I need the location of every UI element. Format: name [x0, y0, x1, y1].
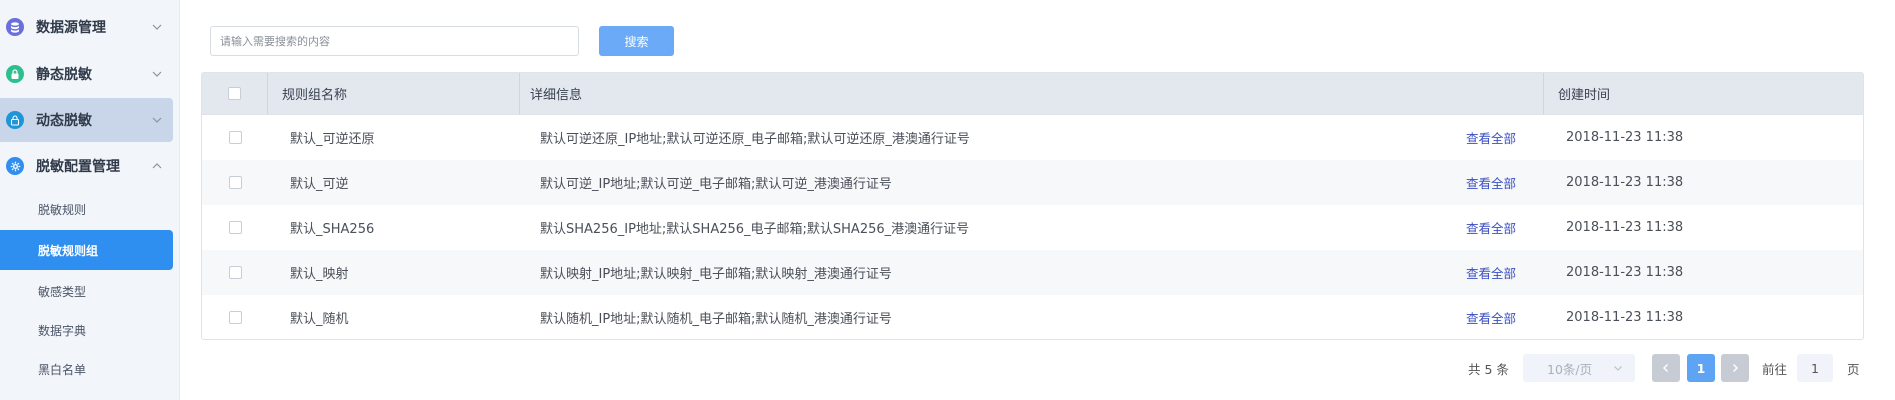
rule-group-name: 默认_映射 — [290, 267, 349, 282]
created-time: 2018-11-23 11:38 — [1566, 310, 1684, 325]
lock-icon — [6, 65, 24, 83]
submenu-black-white-list[interactable]: 黑白名单 — [0, 351, 173, 387]
rule-group-name: 默认_可逆 — [290, 177, 349, 192]
goto-page-input[interactable]: 1 — [1797, 354, 1833, 382]
rule-group-detail: 默认可逆_IP地址;默认可逆_电子邮箱;默认可逆_港澳通行证号 — [540, 177, 892, 192]
submenu-sensitive-types[interactable]: 敏感类型 — [0, 273, 173, 309]
created-time: 2018-11-23 11:38 — [1566, 220, 1684, 235]
view-all-link[interactable]: 查看全部 — [1466, 218, 1516, 237]
chevron-left-icon — [1663, 364, 1668, 372]
select-all-checkbox[interactable] — [228, 87, 241, 100]
created-time: 2018-11-23 11:38 — [1566, 175, 1684, 190]
goto-label: 前往 — [1762, 362, 1788, 377]
detail-cell: 默认随机_IP地址;默认随机_电子邮箱;默认随机_港澳通行证号 查看全部 — [520, 295, 1544, 339]
page-size-select[interactable]: 10条/页 — [1523, 354, 1635, 382]
rule-group-detail: 默认SHA256_IP地址;默认SHA256_电子邮箱;默认SHA256_港澳通… — [540, 222, 970, 237]
rule-group-name: 默认_随机 — [290, 312, 349, 327]
view-all-link[interactable]: 查看全部 — [1466, 173, 1516, 192]
rule-group-detail: 默认随机_IP地址;默认随机_电子邮箱;默认随机_港澳通行证号 — [540, 312, 892, 327]
created-time: 2018-11-23 11:38 — [1566, 130, 1684, 145]
menu-label: 数据源管理 — [36, 20, 106, 36]
current-page-button[interactable]: 1 — [1687, 354, 1715, 382]
table-row: 默认_可逆 默认可逆_IP地址;默认可逆_电子邮箱;默认可逆_港澳通行证号 查看… — [202, 160, 1863, 205]
table-header: 规则组名称 详细信息 创建时间 — [202, 73, 1863, 115]
row-checkbox[interactable] — [228, 311, 242, 324]
view-all-link[interactable]: 查看全部 — [1466, 308, 1516, 327]
detail-cell: 默认可逆还原_IP地址;默认可逆还原_电子邮箱;默认可逆还原_港澳通行证号 查看… — [520, 115, 1544, 160]
row-checkbox-cell — [202, 295, 268, 339]
row-checkbox[interactable] — [228, 176, 242, 189]
search-button[interactable]: 搜索 — [599, 26, 674, 56]
database-icon — [6, 18, 24, 36]
row-checkbox-cell — [202, 205, 268, 250]
prev-page-button[interactable] — [1652, 354, 1680, 382]
rule-group-table: 规则组名称 详细信息 创建时间 默认_可逆还原 默认可逆还原_IP地址;默认可逆… — [201, 72, 1864, 340]
table-row: 默认_SHA256 默认SHA256_IP地址;默认SHA256_电子邮箱;默认… — [202, 205, 1863, 250]
pagination: 共 5 条 10条/页 1 前往 1 页 — [181, 354, 1895, 382]
created-time: 2018-11-23 11:38 — [1566, 265, 1684, 280]
search-input[interactable] — [210, 26, 579, 56]
submenu-masking-rule-groups[interactable]: 脱敏规则组 — [0, 230, 173, 270]
rule-group-name: 默认_可逆还原 — [290, 132, 375, 147]
chevron-down-icon — [1614, 366, 1622, 371]
table-row: 默认_随机 默认随机_IP地址;默认随机_电子邮箱;默认随机_港澳通行证号 查看… — [202, 295, 1863, 339]
rule-group-detail: 默认映射_IP地址;默认映射_电子邮箱;默认映射_港澳通行证号 — [540, 267, 892, 282]
menu-dynamic-masking[interactable]: 动态脱敏 — [0, 98, 173, 142]
chevron-down-icon — [152, 71, 162, 77]
chevron-right-icon — [1733, 364, 1738, 372]
menu-label: 脱敏配置管理 — [36, 159, 120, 175]
row-checkbox[interactable] — [228, 266, 242, 279]
page-size-value: 10条/页 — [1547, 361, 1593, 377]
total-count: 共 5 条 — [1468, 362, 1509, 377]
header-checkbox-cell — [202, 73, 268, 114]
next-page-button[interactable] — [1721, 354, 1749, 382]
row-checkbox[interactable] — [228, 221, 242, 234]
detail-cell: 默认可逆_IP地址;默认可逆_电子邮箱;默认可逆_港澳通行证号 查看全部 — [520, 160, 1544, 205]
view-all-link[interactable]: 查看全部 — [1466, 263, 1516, 282]
menu-masking-config-management[interactable]: 脱敏配置管理 — [0, 144, 173, 188]
chevron-up-icon — [152, 163, 162, 169]
table-row: 默认_映射 默认映射_IP地址;默认映射_电子邮箱;默认映射_港澳通行证号 查看… — [202, 250, 1863, 295]
menu-label: 动态脱敏 — [36, 113, 92, 129]
row-checkbox[interactable] — [228, 131, 242, 144]
detail-cell: 默认SHA256_IP地址;默认SHA256_电子邮箱;默认SHA256_港澳通… — [520, 205, 1544, 250]
menu-datasource-management[interactable]: 数据源管理 — [0, 6, 173, 48]
gear-icon — [6, 157, 24, 175]
column-header-name: 规则组名称 — [268, 73, 520, 114]
lock-icon — [6, 111, 24, 129]
row-checkbox-cell — [202, 250, 268, 295]
page-suffix: 页 — [1847, 362, 1860, 377]
view-all-link[interactable]: 查看全部 — [1466, 128, 1516, 147]
row-checkbox-cell — [202, 115, 268, 160]
sidebar: 数据源管理 静态脱敏 动态脱敏 脱敏配置管理 脱敏规则 脱敏规则组 敏感类型 数… — [0, 0, 180, 400]
column-header-detail: 详细信息 — [520, 73, 1544, 114]
column-header-created: 创建时间 — [1558, 88, 1611, 103]
rule-group-name: 默认_SHA256 — [290, 222, 375, 237]
submenu-data-dictionary[interactable]: 数据字典 — [0, 312, 173, 348]
rule-group-detail: 默认可逆还原_IP地址;默认可逆还原_电子邮箱;默认可逆还原_港澳通行证号 — [540, 132, 970, 147]
chevron-down-icon — [152, 117, 162, 123]
table-row: 默认_可逆还原 默认可逆还原_IP地址;默认可逆还原_电子邮箱;默认可逆还原_港… — [202, 115, 1863, 160]
row-checkbox-cell — [202, 160, 268, 205]
main-content: 搜索 规则组名称 详细信息 创建时间 默认_可逆还原 默认可逆还原_IP地址;默… — [181, 0, 1895, 400]
menu-static-masking[interactable]: 静态脱敏 — [0, 52, 173, 96]
detail-cell: 默认映射_IP地址;默认映射_电子邮箱;默认映射_港澳通行证号 查看全部 — [520, 250, 1544, 295]
menu-label: 静态脱敏 — [36, 67, 92, 83]
submenu-masking-rules[interactable]: 脱敏规则 — [0, 191, 173, 227]
chevron-down-icon — [152, 24, 162, 30]
